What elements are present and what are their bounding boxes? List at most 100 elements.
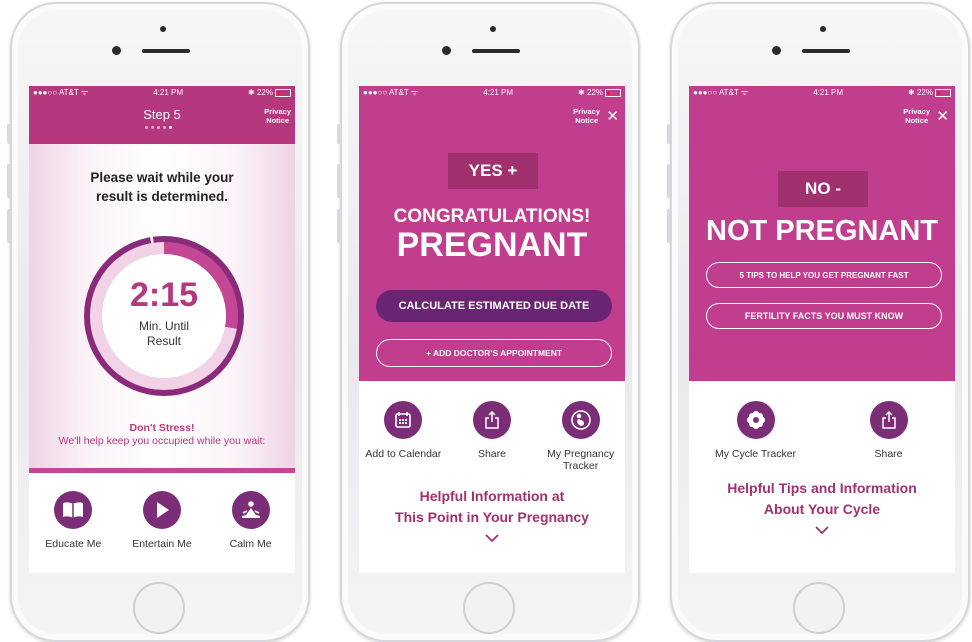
add-to-calendar-label: Add to Calendar bbox=[365, 448, 442, 460]
countdown-ring: 2:15 Min. Until Result bbox=[84, 236, 244, 396]
status-bar: ●●●○○ AT&T ᯤ 4:21 PM ✱ 22% bbox=[359, 86, 625, 99]
my-cycle-tracker-label: My Cycle Tracker bbox=[714, 448, 797, 460]
calm-me-button[interactable]: Calm Me bbox=[208, 491, 294, 550]
volume-up bbox=[337, 164, 341, 198]
phone-frame-3: ●●●○○ AT&T ᯤ 4:21 PM ✱ 22% Privacy Notice… bbox=[667, 2, 970, 642]
wait-message: Please wait while your result is determin… bbox=[90, 170, 234, 204]
proximity-sensor bbox=[112, 46, 121, 55]
positive-actions-section: Add to Calendar Share My Pregnancy Track… bbox=[359, 381, 625, 545]
share-icon bbox=[472, 401, 511, 439]
meditation-icon bbox=[231, 491, 270, 529]
privacy-notice-link[interactable]: Privacy Notice bbox=[903, 107, 930, 125]
chevron-down-icon[interactable] bbox=[359, 531, 625, 545]
result-title: NOT PREGNANT bbox=[706, 215, 938, 247]
entertain-me-label: Entertain Me bbox=[132, 538, 192, 550]
clock: 4:21 PM bbox=[813, 88, 844, 97]
progress-dot bbox=[145, 126, 148, 129]
stress-message: Don't Stress! We'll help keep you occupi… bbox=[29, 422, 295, 448]
privacy-notice-link[interactable]: Privacy Notice bbox=[573, 107, 600, 125]
close-icon[interactable]: ✕ bbox=[936, 109, 949, 124]
step-header: Step 5 Privacy Notice bbox=[29, 99, 295, 144]
countdown-core: 2:15 Min. Until Result bbox=[102, 254, 226, 378]
pregnancy-tips-button[interactable]: 5 TIPS TO HELP YOU GET PREGNANT FAST bbox=[706, 262, 942, 288]
progress-dot-active bbox=[169, 126, 172, 129]
helpful-information-heading[interactable]: Helpful Information at This Point in Your… bbox=[359, 486, 625, 528]
carrier: ●●●○○ AT&T ᯤ bbox=[693, 88, 749, 97]
mute-switch bbox=[667, 124, 671, 144]
screen-waiting: ●●●○○ AT&T ᯤ 4:21 PM ✱ 22% Step 5 Privac… bbox=[29, 86, 295, 573]
battery-icon bbox=[934, 88, 951, 97]
battery-indicator: ✱ 22% bbox=[908, 88, 951, 97]
battery-indicator: ✱ 22% bbox=[578, 88, 621, 97]
clock: 4:21 PM bbox=[153, 88, 184, 97]
action-row: Add to Calendar Share My Pregnancy Track… bbox=[359, 381, 625, 472]
phone-frame-1: ●●●○○ AT&T ᯤ 4:21 PM ✱ 22% Step 5 Privac… bbox=[7, 2, 310, 642]
waiting-body: Please wait while your result is determin… bbox=[29, 144, 295, 468]
front-camera bbox=[160, 26, 166, 32]
yes-result-badge: YES + bbox=[448, 153, 538, 189]
result-panel: Privacy Notice ✕ YES + CONGRATULATIONS! P… bbox=[359, 99, 625, 381]
volume-up bbox=[667, 164, 671, 198]
pregnancy-icon bbox=[561, 401, 600, 439]
volume-down bbox=[337, 209, 341, 243]
educate-me-label: Educate Me bbox=[45, 538, 102, 550]
my-cycle-tracker-button[interactable]: My Cycle Tracker bbox=[706, 401, 806, 460]
step-title: Step 5 bbox=[143, 107, 181, 122]
earpiece-speaker bbox=[472, 49, 520, 53]
no-result-badge: NO - bbox=[778, 171, 868, 207]
stress-title: Don't Stress! bbox=[129, 422, 195, 434]
calculate-due-date-button[interactable]: CALCULATE ESTIMATED DUE DATE bbox=[376, 290, 612, 322]
calendar-icon bbox=[384, 401, 423, 439]
action-row: Educate Me Entertain Me Calm Me bbox=[29, 473, 295, 550]
add-to-calendar-button[interactable]: Add to Calendar bbox=[360, 401, 446, 472]
proximity-sensor bbox=[442, 46, 451, 55]
share-button[interactable]: Share bbox=[839, 401, 939, 460]
entertain-me-button[interactable]: Entertain Me bbox=[119, 491, 205, 550]
result-panel: Privacy Notice ✕ NO - NOT PREGNANT 5 TIPS… bbox=[689, 99, 955, 381]
chevron-down-icon[interactable] bbox=[689, 523, 955, 537]
share-button[interactable]: Share bbox=[449, 401, 535, 472]
earpiece-speaker bbox=[802, 49, 850, 53]
carrier: ●●●○○ AT&T ᯤ bbox=[363, 88, 419, 97]
clock: 4:21 PM bbox=[483, 88, 514, 97]
my-pregnancy-tracker-label: My Pregnancy Tracker bbox=[547, 448, 615, 472]
phone-frame-2: ●●●○○ AT&T ᯤ 4:21 PM ✱ 22% Privacy Notice… bbox=[337, 2, 640, 642]
stress-text: We'll help keep you occupied while you w… bbox=[58, 435, 266, 447]
front-camera bbox=[820, 26, 826, 32]
negative-actions-section: My Cycle Tracker Share Helpful Tips and … bbox=[689, 381, 955, 537]
play-icon bbox=[142, 491, 181, 529]
step-progress-dots bbox=[145, 126, 172, 129]
volume-down bbox=[7, 209, 11, 243]
volume-down bbox=[667, 209, 671, 243]
countdown-label: Min. Until Result bbox=[138, 319, 189, 348]
share-icon bbox=[869, 401, 908, 439]
home-button[interactable] bbox=[463, 582, 515, 634]
book-icon bbox=[54, 491, 93, 529]
status-bar: ●●●○○ AT&T ᯤ 4:21 PM ✱ 22% bbox=[689, 86, 955, 99]
calm-me-label: Calm Me bbox=[229, 538, 272, 550]
add-doctor-appointment-button[interactable]: + ADD DOCTOR'S APPOINTMENT bbox=[376, 339, 612, 367]
home-button[interactable] bbox=[133, 582, 185, 634]
home-button[interactable] bbox=[793, 582, 845, 634]
status-bar: ●●●○○ AT&T ᯤ 4:21 PM ✱ 22% bbox=[29, 86, 295, 99]
close-icon[interactable]: ✕ bbox=[606, 109, 619, 124]
privacy-notice-link[interactable]: Privacy Notice bbox=[264, 107, 291, 125]
educate-me-button[interactable]: Educate Me bbox=[30, 491, 116, 550]
proximity-sensor bbox=[772, 46, 781, 55]
fertility-facts-button[interactable]: FERTILITY FACTS YOU MUST KNOW bbox=[706, 303, 942, 329]
mute-switch bbox=[7, 124, 11, 144]
battery-indicator: ✱ 22% bbox=[248, 88, 291, 97]
battery-icon bbox=[604, 88, 621, 97]
carrier: ●●●○○ AT&T ᯤ bbox=[33, 88, 89, 97]
flower-icon bbox=[736, 401, 775, 439]
result-title: PREGNANT bbox=[396, 226, 588, 264]
screen-positive-result: ●●●○○ AT&T ᯤ 4:21 PM ✱ 22% Privacy Notice… bbox=[359, 86, 625, 573]
battery-icon bbox=[274, 88, 291, 97]
volume-up bbox=[7, 164, 11, 198]
share-label: Share bbox=[477, 448, 506, 460]
front-camera bbox=[490, 26, 496, 32]
helpful-tips-heading[interactable]: Helpful Tips and Information About Your C… bbox=[689, 478, 955, 520]
countdown-time: 2:15 bbox=[129, 276, 199, 314]
earpiece-speaker bbox=[142, 49, 190, 53]
my-pregnancy-tracker-button[interactable]: My Pregnancy Tracker bbox=[538, 401, 624, 472]
